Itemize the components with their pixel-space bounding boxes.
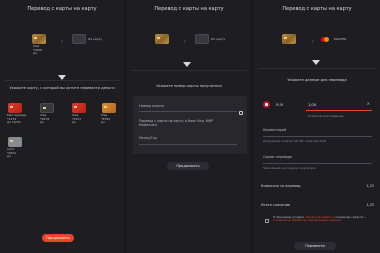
card-option-label: Card *0001 до — [7, 147, 17, 158]
card-option[interactable] — [40, 103, 54, 113]
scan-card-icon[interactable] — [239, 111, 243, 115]
card-number-form: Номер карты Перевод с карты на карту: в … — [133, 96, 247, 154]
panel-title: Перевод с карты на карту — [282, 6, 352, 12]
field-underline — [139, 144, 237, 145]
card-chip-icon — [43, 107, 46, 109]
dest-card-label: MASTER — [334, 37, 347, 41]
field-underline — [263, 136, 372, 137]
card-number-input[interactable]: Перевод с карты на карту: в банк Visa, М… — [139, 119, 239, 127]
card-number-panel: Перевод с карты на карту › На карту Укаж… — [127, 0, 251, 253]
expand-arrow-icon[interactable] — [58, 75, 66, 80]
card-option-label: Visa *4321 до — [72, 113, 82, 124]
source-card[interactable] — [282, 34, 296, 44]
divider — [131, 70, 247, 71]
field-underline — [139, 111, 237, 112]
card-chip-icon — [284, 37, 287, 39]
divider — [258, 68, 376, 69]
commission-value: 1,25 — [366, 184, 374, 188]
total-value: 1,25 — [366, 203, 374, 207]
card-chip-icon — [104, 106, 107, 108]
source-card-label: Visa *0000 до — [33, 44, 43, 55]
card-chip-icon — [10, 106, 13, 108]
card-chip-icon — [10, 140, 13, 142]
divider — [4, 80, 120, 81]
transfer-button[interactable]: Перевести — [294, 242, 336, 250]
card-option[interactable] — [102, 103, 116, 113]
continue-button[interactable]: Продолжить — [42, 234, 74, 242]
amount-underline — [306, 110, 372, 111]
select-card-prompt: Укажите карту, с которой вы хотите перев… — [9, 86, 115, 90]
panel-title: Перевод с карты на карту — [27, 6, 97, 12]
card-number-hint: Укажите номер карты получателя — [156, 84, 222, 88]
dest-card[interactable] — [195, 34, 209, 44]
payout-hint: Получатель получит: ₽1.00, комиссия 0.00 — [263, 139, 327, 143]
transfer-details-panel: Перевод с карты на карту › MASTER Укажит… — [254, 0, 380, 253]
details-heading: Укажите данные для перевода — [287, 78, 347, 82]
card-option-label: Visa *5678 до — [40, 113, 50, 124]
card-option[interactable] — [8, 137, 22, 147]
card-number-label: Номер карты — [139, 104, 164, 108]
mastercard-icon — [321, 37, 329, 42]
card-chip-icon — [157, 37, 160, 39]
close-icon[interactable]: × — [367, 101, 370, 106]
continue-button[interactable]: Продолжить — [167, 162, 209, 170]
card-chip-icon — [74, 106, 77, 108]
total-label: Итого списание — [261, 203, 291, 207]
expiry-input[interactable]: Месяц/Год — [139, 136, 157, 140]
reference-hint: Зачисление на сторону получателя — [263, 166, 316, 170]
card-selection-panel: Перевод с карты на карту Visa *0000 до ›… — [0, 0, 124, 253]
expand-arrow-icon[interactable] — [183, 62, 191, 67]
card-option-label: Visa *8765 до — [101, 113, 111, 124]
source-card[interactable] — [155, 34, 169, 44]
amount-input[interactable]: 1,00 — [308, 103, 316, 107]
expand-arrow-icon[interactable] — [312, 60, 320, 65]
source-card[interactable] — [32, 34, 46, 44]
consent-checkbox[interactable] — [265, 219, 269, 223]
panel-title: Перевод с карты на карту — [154, 6, 224, 12]
arrow-right-icon: › — [312, 39, 314, 45]
reference-field[interactable]: Сервис перевода — [263, 155, 292, 159]
card-option[interactable] — [8, 103, 22, 113]
field-underline — [263, 163, 372, 164]
amount-hint: Комиссия для перевода — [308, 114, 344, 118]
currency-code: RUB — [276, 103, 284, 107]
dest-card-label: На карту — [211, 37, 226, 41]
flag-icon — [263, 101, 270, 108]
arrow-right-icon: › — [184, 39, 186, 45]
comment-field[interactable]: Комментарий — [263, 128, 286, 132]
consent-text: Я принимаю условия публичной оферты о пе… — [273, 215, 373, 223]
card-option[interactable] — [72, 103, 86, 113]
dest-card[interactable] — [72, 34, 86, 44]
dest-card-label: На карту — [88, 37, 103, 41]
arrow-right-icon: › — [61, 39, 63, 45]
commission-label: Комиссия за перевод — [261, 184, 301, 188]
card-option-label: Мастеркард *1234 до 10/25 — [7, 113, 27, 124]
card-chip-icon — [34, 37, 37, 39]
